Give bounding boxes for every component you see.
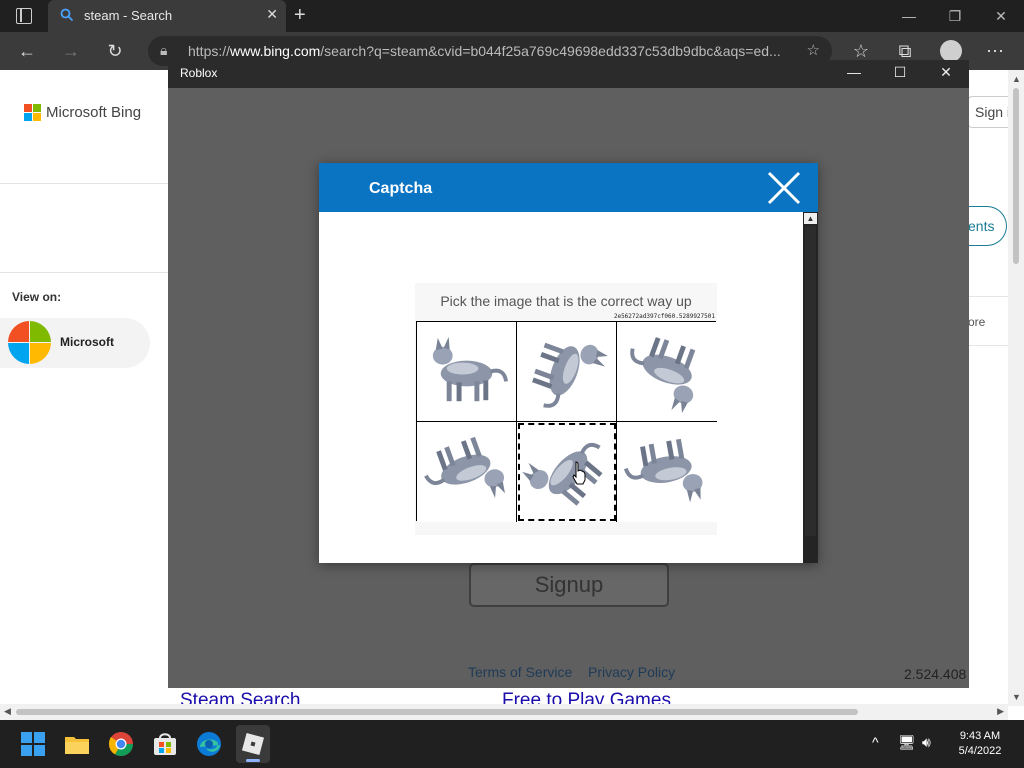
animal-figure-icon	[522, 442, 603, 506]
view-on-microsoft-chip[interactable]: Microsoft	[0, 318, 150, 368]
horizontal-scrollbar[interactable]: ◀ ▶	[0, 704, 1008, 720]
vertical-scrollbar[interactable]: ▲ ▼	[1008, 70, 1024, 706]
search-icon	[60, 8, 74, 22]
scroll-down-icon[interactable]: ▼	[1012, 692, 1021, 702]
tab-title: steam - Search	[84, 8, 173, 23]
captcha-challenge-id: 2e56272ad397cf060.5289927501	[613, 313, 715, 320]
scroll-thumb[interactable]	[16, 709, 858, 715]
terms-of-service-link[interactable]: Terms of Service	[468, 664, 572, 680]
profile-avatar[interactable]	[940, 40, 962, 62]
divider	[0, 183, 168, 184]
clock-time: 9:43 AM	[959, 730, 1001, 742]
close-window-button[interactable]: ✕	[978, 0, 1024, 32]
mouse-cursor-hand-icon	[572, 461, 586, 485]
privacy-policy-link[interactable]: Privacy Policy	[588, 664, 675, 680]
captcha-header: Captcha	[319, 163, 818, 212]
tab-steam-search[interactable]: steam - Search ✕	[48, 0, 286, 32]
roblox-title-bar[interactable]: Roblox — ☐ ✕	[168, 60, 969, 88]
start-icon[interactable]	[18, 729, 48, 759]
microsoft-store-icon	[8, 321, 51, 364]
show-hidden-icons-chevron-icon[interactable]: ^	[872, 734, 879, 750]
divider	[0, 272, 168, 273]
animal-figure-icon	[432, 336, 509, 402]
file-explorer-icon[interactable]	[62, 729, 92, 759]
forward-arrow-icon[interactable]: →	[60, 40, 82, 62]
roblox-icon[interactable]	[236, 725, 270, 763]
add-favorite-icon[interactable]: ☆	[807, 41, 820, 59]
view-on-item-label: Microsoft	[60, 335, 114, 349]
url-text: https://www.bing.com/search?q=steam&cvid…	[188, 43, 781, 59]
tab-close-icon[interactable]: ✕	[266, 6, 278, 23]
captcha-prompt: Pick the image that is the correct way u…	[440, 293, 692, 309]
tab-actions-icon[interactable]	[16, 8, 32, 24]
animal-figure-icon	[630, 337, 696, 413]
edge-icon[interactable]	[194, 729, 224, 759]
version-text: 2.524.408	[904, 666, 967, 682]
captcha-tile-4[interactable]	[417, 422, 517, 522]
scroll-thumb[interactable]	[805, 226, 816, 536]
captcha-tile-3[interactable]	[617, 322, 717, 422]
captcha-scrollbar[interactable]: ▲	[803, 212, 818, 563]
microsoft-logo-icon	[24, 104, 42, 122]
captcha-tile-6[interactable]	[617, 422, 717, 522]
scroll-right-icon[interactable]: ▶	[997, 706, 1004, 717]
lock-icon[interactable]: 🔒︎	[160, 42, 167, 59]
captcha-tile-5[interactable]	[517, 422, 617, 522]
close-icon[interactable]	[765, 169, 803, 207]
clock-date: 5/4/2022	[958, 745, 1002, 757]
tab-strip: steam - Search ✕ + — ❐ ✕	[0, 0, 1024, 32]
taskbar: ^ 🖥︎ 🔊︎ 9:43 AM 5/4/2022	[0, 720, 1024, 768]
collections-icon[interactable]: ⧉	[894, 40, 916, 62]
captcha-title: Captcha	[369, 180, 433, 197]
captcha-challenge: Pick the image that is the correct way u…	[415, 283, 717, 535]
back-arrow-icon[interactable]: ←	[16, 40, 38, 62]
chrome-icon[interactable]	[106, 729, 136, 759]
scroll-left-icon[interactable]: ◀	[4, 706, 11, 717]
minimize-button[interactable]: —	[886, 0, 932, 32]
scroll-up-icon[interactable]: ▲	[1012, 74, 1021, 84]
scroll-up-icon[interactable]: ▲	[804, 213, 817, 224]
roblox-window-title: Roblox	[180, 66, 218, 80]
minimize-button[interactable]: —	[831, 64, 877, 80]
refresh-icon[interactable]: ↻	[104, 40, 126, 62]
animal-figure-icon	[424, 436, 505, 498]
volume-icon[interactable]: 🔊︎	[922, 734, 931, 751]
more-menu-icon[interactable]: ⋯	[984, 40, 1006, 62]
more-link[interactable]: ore	[968, 296, 1008, 346]
captcha-dialog: Captcha ▲ Pick the image that is the cor…	[319, 163, 818, 563]
bing-logo[interactable]: Microsoft Bing	[24, 104, 174, 124]
maximize-button[interactable]: ☐	[877, 64, 923, 81]
captcha-tile-2[interactable]	[517, 322, 617, 422]
window-controls: — ❐ ✕	[886, 0, 1024, 32]
animal-figure-icon	[623, 438, 703, 503]
close-window-button[interactable]: ✕	[923, 64, 969, 81]
view-on-label: View on:	[12, 290, 62, 304]
captcha-image-grid	[416, 321, 717, 522]
scroll-thumb[interactable]	[1013, 88, 1019, 264]
store-icon[interactable]	[150, 729, 180, 759]
new-tab-button[interactable]: +	[294, 4, 306, 27]
favorites-icon[interactable]: ☆	[850, 40, 872, 62]
animal-figure-icon	[532, 342, 608, 408]
bing-logo-text: Microsoft Bing	[46, 104, 142, 121]
sign-in-button[interactable]: Sign i	[968, 96, 1008, 128]
signup-button[interactable]: Signup	[469, 563, 669, 607]
captcha-tile-1[interactable]	[417, 322, 517, 422]
network-icon[interactable]: 🖥︎	[898, 734, 916, 751]
clock[interactable]: 9:43 AM 5/4/2022	[948, 729, 1012, 759]
restore-button[interactable]: ❐	[932, 0, 978, 32]
